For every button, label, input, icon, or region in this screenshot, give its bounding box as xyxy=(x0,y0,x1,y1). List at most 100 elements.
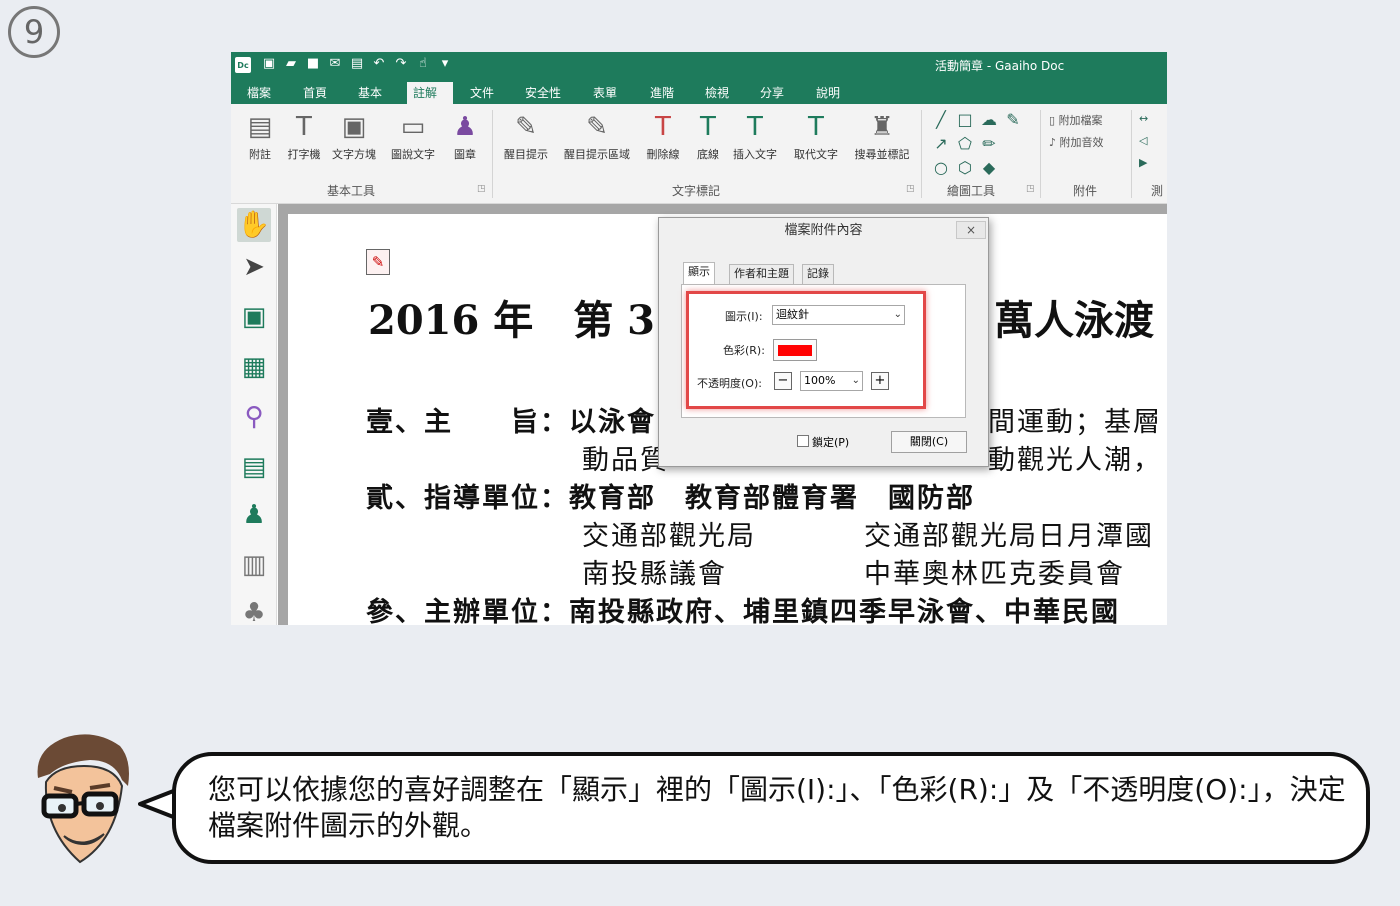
attach-sound-icon: ♪ xyxy=(1049,136,1057,149)
ribbon-tabs: 檔案 首頁 基本 註解 文件 安全性 表單 進階 檢視 分享 說明 xyxy=(231,78,1167,104)
presenter-avatar xyxy=(37,734,129,864)
redo-icon[interactable]: ↷ xyxy=(393,56,409,71)
line-icon[interactable]: ╱ xyxy=(929,110,953,130)
close-button[interactable]: 關閉(C) xyxy=(891,431,967,453)
drawing-tools-launcher-icon[interactable]: ◳ xyxy=(1026,184,1035,194)
basic-tools-launcher-icon[interactable]: ◳ xyxy=(477,184,486,194)
strikethrough-icon: T xyxy=(655,112,671,142)
opacity-increase-button[interactable]: + xyxy=(871,372,889,390)
tab-file[interactable]: 檔案 xyxy=(241,82,277,104)
attach-file-icon: ▯ xyxy=(1049,114,1056,127)
doc-line-sun-moon-lake: 交通部觀光局日月潭國 xyxy=(864,521,1154,552)
attach-file-button[interactable]: ▯ 附加檔案 xyxy=(1049,112,1103,128)
note-icon: ▤ xyxy=(247,112,273,142)
organizer-icon[interactable]: ♣ xyxy=(237,596,271,625)
tab-author-subject[interactable]: 作者和主題 xyxy=(729,264,794,284)
tab-basic[interactable]: 基本 xyxy=(352,82,388,104)
chevron-down-icon: ⌄ xyxy=(851,375,860,386)
eraser-icon[interactable]: ◆ xyxy=(977,158,1001,178)
tab-appearance[interactable]: 顯示 xyxy=(683,262,715,285)
thumbnails-icon[interactable]: ▦ xyxy=(237,350,271,384)
strikethrough-button[interactable]: T 刪除線 xyxy=(641,110,685,162)
comments-icon[interactable]: ▤ xyxy=(237,450,271,484)
tab-security[interactable]: 安全性 xyxy=(519,82,567,104)
underline-button[interactable]: T 底線 xyxy=(686,110,730,162)
text-markup-launcher-icon[interactable]: ◳ xyxy=(906,184,915,194)
customize-icon[interactable]: ▾ xyxy=(437,56,453,71)
perimeter-tool-icon[interactable]: ◁ xyxy=(1139,134,1147,147)
highlight-area-icon: ✎ xyxy=(586,112,608,142)
tab-share[interactable]: 分享 xyxy=(754,82,790,104)
stamp-button[interactable]: ♟ 圖章 xyxy=(443,110,487,162)
ribbon-separator xyxy=(921,110,922,198)
oval-icon[interactable]: ○ xyxy=(929,158,953,178)
ribbon-separator xyxy=(1131,110,1132,198)
callout-button[interactable]: ▭ 圖說文字 xyxy=(386,110,440,162)
tab-home[interactable]: 首頁 xyxy=(297,82,333,104)
search-and-mark-button[interactable]: ♜ 搜尋並標記 xyxy=(849,110,915,162)
basic-tools-group-label: 基本工具 xyxy=(327,184,376,198)
insert-text-button[interactable]: T 插入文字 xyxy=(731,110,779,162)
stamp-icon: ♟ xyxy=(453,112,477,142)
doc-line-county-council: 南投縣議會 xyxy=(582,559,727,590)
doc-line-olympic-committee: 中華奧林匹克委員會 xyxy=(864,559,1125,590)
dialog-close-icon[interactable]: × xyxy=(956,221,986,239)
tab-review-history[interactable]: 記錄 xyxy=(802,264,834,284)
cloud-icon[interactable]: ☁ xyxy=(977,110,1001,130)
window-title: 活動簡章 - Gaaiho Doc xyxy=(935,59,1065,73)
distance-tool-icon[interactable]: ↔ xyxy=(1139,112,1148,125)
doc-line-quality: 動品質 xyxy=(582,445,669,476)
typewriter-button[interactable]: T 打字機 xyxy=(282,110,326,162)
paperclip-icon[interactable]: ⚲ xyxy=(237,400,271,434)
polygon-cloud-icon[interactable]: ⬡ xyxy=(953,158,977,178)
note-button[interactable]: ▤ 附註 xyxy=(238,110,282,162)
underline-icon: T xyxy=(700,112,716,142)
file-attachment-properties-dialog: 檔案附件內容 × 顯示 作者和主題 記錄 圖示(I): 迴紋針 ⌄ 色彩(R):… xyxy=(658,217,989,467)
navigation-sidebar: ✋ ➤ ▣ ▦ ⚲ ▤ ♟ ▥ ♣ xyxy=(231,204,277,625)
brush-icon[interactable]: ✏ xyxy=(977,134,1001,154)
highlight-area-button[interactable]: ✎ 醒目提示區域 xyxy=(557,110,637,162)
highlight-button[interactable]: ✎ 醒目提示 xyxy=(498,110,554,162)
replace-text-button[interactable]: T 取代文字 xyxy=(791,110,841,162)
hand-icon[interactable]: ✋ xyxy=(237,208,271,242)
file-attachment-marker-icon[interactable]: ✎ xyxy=(366,249,390,275)
attachments-group-label: 附件 xyxy=(1073,184,1098,198)
opacity-select[interactable]: 100% ⌄ xyxy=(800,371,863,391)
hand-tool-icon[interactable]: ☝ xyxy=(415,56,431,71)
tab-view[interactable]: 檢視 xyxy=(699,82,735,104)
rectangle-icon[interactable]: □ xyxy=(953,110,977,130)
save-icon[interactable]: ■ xyxy=(305,56,321,71)
color-picker-button[interactable] xyxy=(773,339,817,361)
pencil-icon[interactable]: ✎ xyxy=(1001,110,1025,130)
area-tool-icon[interactable]: ▶ xyxy=(1139,156,1147,169)
lock-checkbox[interactable] xyxy=(797,435,809,447)
speech-bubble: 您可以依據您的喜好調整在「顯示」裡的「圖示(I):」、「色彩(R):」及「不透明… xyxy=(172,752,1370,864)
drawing-tools-grid: ╱ □ ☁ ✎ ↗ ⬠ ✏ ○ ⬡ ◆ xyxy=(929,110,1029,178)
doc-line-supervisors: 貳、指導單位：教育部 教育部體育署 國防部 xyxy=(366,483,975,514)
doc-line-organizers: 參、主辦單位：南投縣政府、埔里鎮四季早泳會、中華民國 xyxy=(366,597,1120,625)
layers-icon[interactable]: ▥ xyxy=(237,548,271,582)
new-doc-icon[interactable]: ▣ xyxy=(261,56,277,71)
polygon-icon[interactable]: ⬠ xyxy=(953,134,977,154)
arrow-icon[interactable]: ↗ xyxy=(929,134,953,154)
attach-sound-button[interactable]: ♪ 附加音效 xyxy=(1049,134,1104,150)
email-icon[interactable]: ✉ xyxy=(327,56,343,71)
opacity-decrease-button[interactable]: − xyxy=(774,372,792,390)
tab-document[interactable]: 文件 xyxy=(464,82,500,104)
print-icon[interactable]: ▤ xyxy=(349,56,365,71)
icon-select[interactable]: 迴紋針 ⌄ xyxy=(772,305,905,325)
text-box-button[interactable]: ▣ 文字方塊 xyxy=(328,110,380,162)
undo-icon[interactable]: ↶ xyxy=(371,56,387,71)
color-swatch xyxy=(778,345,812,356)
stamp-panel-icon[interactable]: ♟ xyxy=(237,498,271,532)
select-arrow-icon[interactable]: ➤ xyxy=(237,250,271,284)
text-box-icon: ▣ xyxy=(341,112,367,142)
insert-text-icon: T xyxy=(747,112,763,142)
tab-comment[interactable]: 註解 xyxy=(407,82,453,104)
open-folder-icon[interactable]: ▰ xyxy=(283,56,299,71)
opacity-label: 不透明度(O): xyxy=(697,377,762,390)
tab-forms[interactable]: 表單 xyxy=(587,82,623,104)
tab-help[interactable]: 說明 xyxy=(810,82,846,104)
tab-advanced[interactable]: 進階 xyxy=(644,82,680,104)
bookmark-icon[interactable]: ▣ xyxy=(237,300,271,334)
